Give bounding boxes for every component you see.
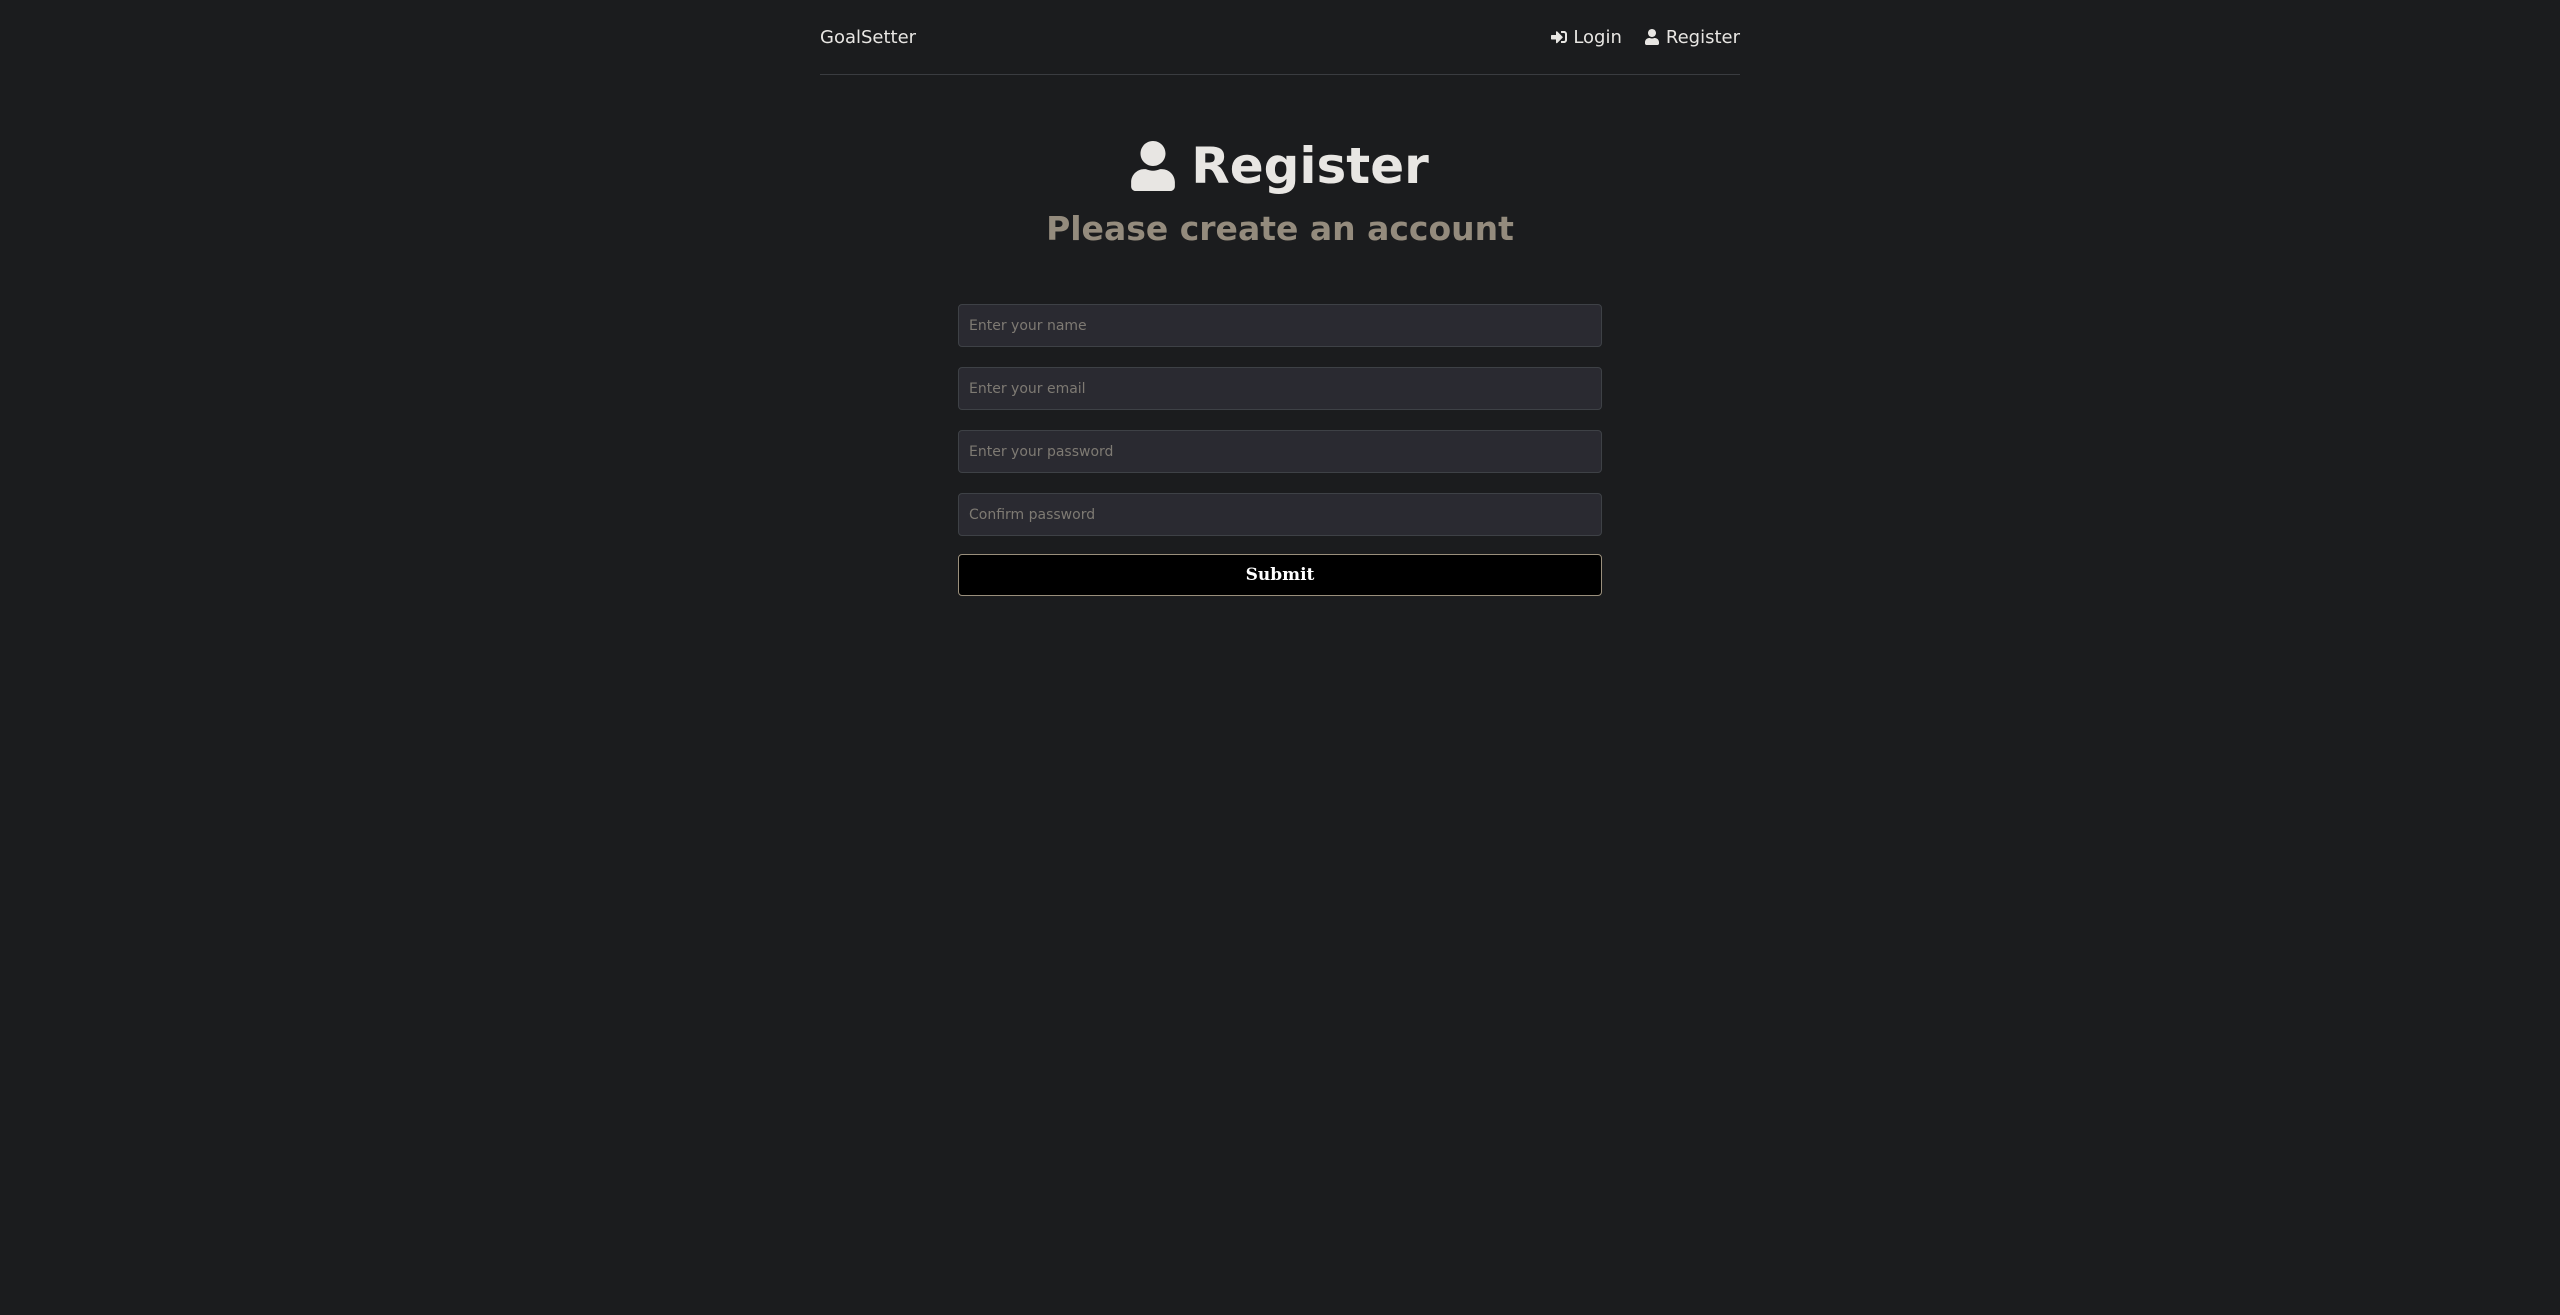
user-icon (1644, 29, 1659, 45)
password-group (958, 430, 1602, 473)
logo-link[interactable]: GoalSetter (820, 27, 916, 48)
sign-in-icon (1551, 31, 1568, 44)
password-input[interactable] (958, 430, 1602, 473)
page-title-text: Register (1191, 137, 1429, 195)
name-input[interactable] (958, 304, 1602, 347)
confirm-password-input[interactable] (958, 493, 1602, 536)
email-input[interactable] (958, 367, 1602, 410)
header: GoalSetter Login Register (820, 0, 1740, 75)
email-group (958, 367, 1602, 410)
register-link[interactable]: Register (1644, 27, 1740, 48)
page-subtitle: Please create an account (1046, 209, 1514, 248)
login-link[interactable]: Login (1551, 27, 1622, 48)
submit-group: Submit (958, 554, 1602, 596)
register-form: Submit (958, 304, 1602, 596)
user-icon (1131, 141, 1176, 191)
register-heading: Register Please create an account (820, 137, 1740, 248)
name-group (958, 304, 1602, 347)
submit-button[interactable]: Submit (958, 554, 1602, 596)
page-container: GoalSetter Login Register Register Pleas… (820, 0, 1740, 596)
confirm-password-group (958, 493, 1602, 536)
login-label: Login (1573, 26, 1622, 48)
nav-menu: Login Register (1551, 27, 1740, 48)
page-title: Register (1131, 137, 1429, 195)
register-label: Register (1665, 26, 1740, 48)
